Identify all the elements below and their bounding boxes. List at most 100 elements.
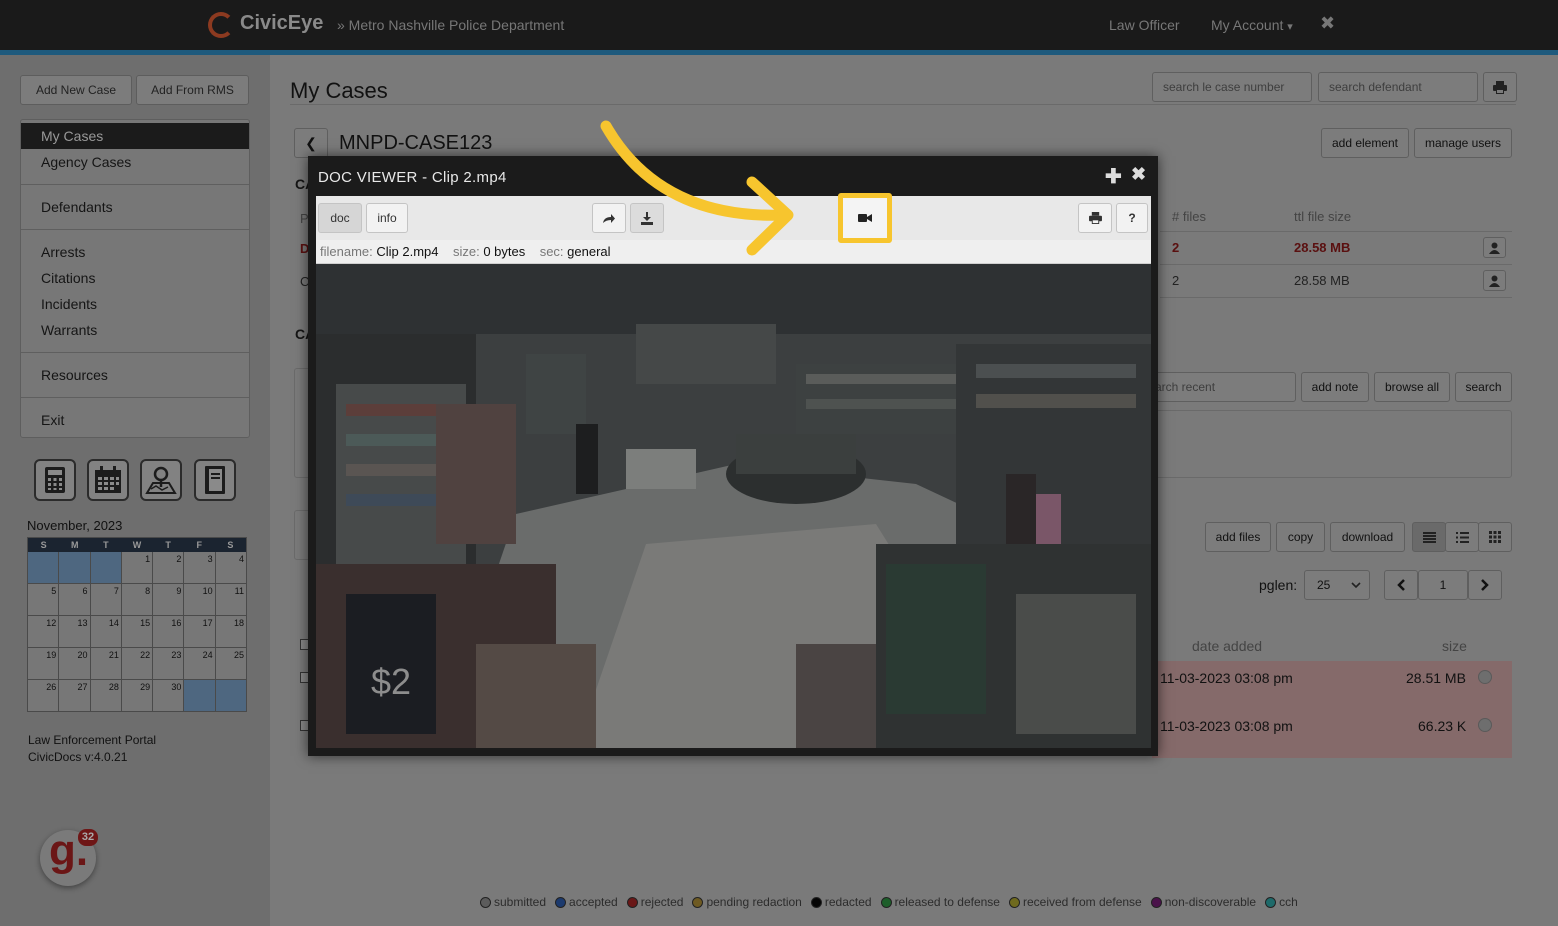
- user-button[interactable]: [1483, 237, 1506, 258]
- info-tab[interactable]: info: [366, 203, 408, 233]
- calendar-day[interactable]: 25: [215, 648, 246, 680]
- add-files-button[interactable]: add files: [1205, 522, 1271, 552]
- notebook-icon[interactable]: [194, 459, 236, 501]
- close-icon[interactable]: ✖: [1320, 13, 1335, 34]
- sidebar-item-defendants[interactable]: Defendants: [41, 199, 113, 215]
- calendar-day[interactable]: 10: [184, 584, 216, 616]
- help-button[interactable]: ?: [1116, 203, 1148, 233]
- calendar-week: 26 27 28 29 30: [28, 680, 246, 712]
- video-player[interactable]: $2: [316, 264, 1151, 748]
- brand-name[interactable]: CivicEye: [240, 12, 323, 35]
- file-status-radio[interactable]: [1478, 718, 1492, 732]
- sidebar-item-resources[interactable]: Resources: [41, 367, 108, 383]
- calendar-day[interactable]: 6: [59, 584, 91, 616]
- list-view-button[interactable]: [1412, 522, 1446, 552]
- calendar-day[interactable]: 20: [59, 648, 91, 680]
- video-mode-button[interactable]: [838, 193, 892, 243]
- calendar-day[interactable]: 7: [90, 584, 122, 616]
- download-button[interactable]: [630, 203, 664, 233]
- sidebar-item-incidents[interactable]: Incidents: [41, 296, 97, 312]
- browse-all-button[interactable]: browse all: [1374, 372, 1450, 402]
- sidebar-item-my-cases[interactable]: My Cases: [41, 128, 103, 144]
- doc-viewer-toolbar: doc info ?: [316, 196, 1151, 240]
- my-account-menu[interactable]: My Account ▾: [1211, 17, 1293, 33]
- page-number-input[interactable]: 1: [1418, 570, 1468, 600]
- calendar-day[interactable]: 21: [90, 648, 122, 680]
- search-defendant-input[interactable]: search defendant: [1318, 72, 1478, 102]
- legend-label: rejected: [640, 895, 684, 909]
- status-dot-icon: [692, 896, 704, 908]
- sidebar-item-citations[interactable]: Citations: [41, 270, 95, 286]
- detail-view-button[interactable]: [1445, 522, 1479, 552]
- calendar-day[interactable]: 19: [28, 648, 60, 680]
- calendar-day[interactable]: 24: [184, 648, 216, 680]
- calendar-day[interactable]: 3: [184, 552, 216, 584]
- calendar-day[interactable]: 22: [121, 648, 154, 680]
- calculator-icon[interactable]: [34, 459, 76, 501]
- back-button[interactable]: ❮: [294, 128, 328, 158]
- add-new-case-button[interactable]: Add New Case: [20, 75, 132, 105]
- legend-item: pending redaction: [692, 895, 802, 909]
- search-recent-input[interactable]: arch recent: [1150, 372, 1296, 402]
- chevron-right-icon: [1481, 579, 1489, 591]
- calendar-day[interactable]: 18: [215, 616, 246, 648]
- calendar-day[interactable]: 8: [121, 584, 154, 616]
- add-from-rms-button[interactable]: Add From RMS: [136, 75, 249, 105]
- calendar-day[interactable]: 15: [121, 616, 154, 648]
- sidebar-item-exit[interactable]: Exit: [41, 412, 64, 428]
- add-element-button[interactable]: add element: [1321, 128, 1409, 158]
- page-length-select[interactable]: 25: [1304, 570, 1370, 600]
- detail-list-icon: [1455, 531, 1469, 543]
- download-button[interactable]: download: [1330, 522, 1405, 552]
- calendar-day[interactable]: 2: [153, 552, 185, 584]
- calendar-day[interactable]: 14: [90, 616, 122, 648]
- search-button[interactable]: search: [1455, 372, 1512, 402]
- user-icon: [1489, 275, 1500, 287]
- grid-view-button[interactable]: [1478, 522, 1512, 552]
- status-legend: submitted accepted rejected pending reda…: [480, 895, 1298, 909]
- calendar-day[interactable]: 12: [28, 616, 60, 648]
- calendar-empty-cell: [28, 552, 60, 584]
- calendar-days: 1 2 3 4 5 6 7 8 9 10 11 12 13 14 15 16 17 18 19 20 21 22 23 24 2…: [28, 552, 246, 712]
- print-button[interactable]: [1078, 203, 1112, 233]
- date-added-header: date added: [1192, 638, 1263, 654]
- search-case-number-input[interactable]: search le case number: [1152, 72, 1312, 102]
- share-button[interactable]: [592, 203, 626, 233]
- sidebar-item-agency-cases[interactable]: Agency Cases: [41, 154, 131, 170]
- sidebar-item-warrants[interactable]: Warrants: [41, 322, 97, 338]
- add-note-button[interactable]: add note: [1301, 372, 1369, 402]
- calendar-day[interactable]: 9: [153, 584, 185, 616]
- manage-users-button[interactable]: manage users: [1414, 128, 1512, 158]
- calendar-day[interactable]: 27: [59, 680, 91, 712]
- print-button[interactable]: [1483, 72, 1517, 102]
- calendar-day[interactable]: 11: [215, 584, 246, 616]
- doc-tab[interactable]: doc: [318, 203, 362, 233]
- calendar-day[interactable]: 26: [28, 680, 60, 712]
- map-icon[interactable]: [140, 459, 182, 501]
- prev-page-button[interactable]: [1384, 570, 1418, 600]
- calendar-icon[interactable]: [87, 459, 129, 501]
- portal-name: Law Enforcement Portal: [28, 733, 157, 747]
- calendar-day[interactable]: 30: [153, 680, 185, 712]
- expand-icon[interactable]: ✚: [1105, 164, 1122, 189]
- calendar-day[interactable]: 1: [121, 552, 154, 584]
- calendar-day[interactable]: 17: [184, 616, 216, 648]
- role-link[interactable]: Law Officer: [1109, 17, 1180, 33]
- next-page-button[interactable]: [1468, 570, 1502, 600]
- calendar-day[interactable]: 13: [59, 616, 91, 648]
- pglen-label: pglen:: [1259, 577, 1298, 593]
- file-status-radio[interactable]: [1478, 670, 1492, 684]
- copy-button[interactable]: copy: [1276, 522, 1325, 552]
- files-count: 2: [1172, 240, 1180, 255]
- sidebar-item-arrests[interactable]: Arrests: [41, 244, 85, 260]
- calendar-day[interactable]: 29: [121, 680, 154, 712]
- user-button[interactable]: [1483, 270, 1506, 291]
- notification-count: 32: [78, 829, 98, 846]
- calendar-day[interactable]: 23: [153, 648, 185, 680]
- civiceye-logo-icon[interactable]: [208, 12, 234, 38]
- close-icon[interactable]: ✖: [1131, 164, 1146, 185]
- calendar-day[interactable]: 28: [90, 680, 122, 712]
- calendar-day[interactable]: 16: [153, 616, 185, 648]
- calendar-day[interactable]: 4: [215, 552, 246, 584]
- calendar-day[interactable]: 5: [28, 584, 60, 616]
